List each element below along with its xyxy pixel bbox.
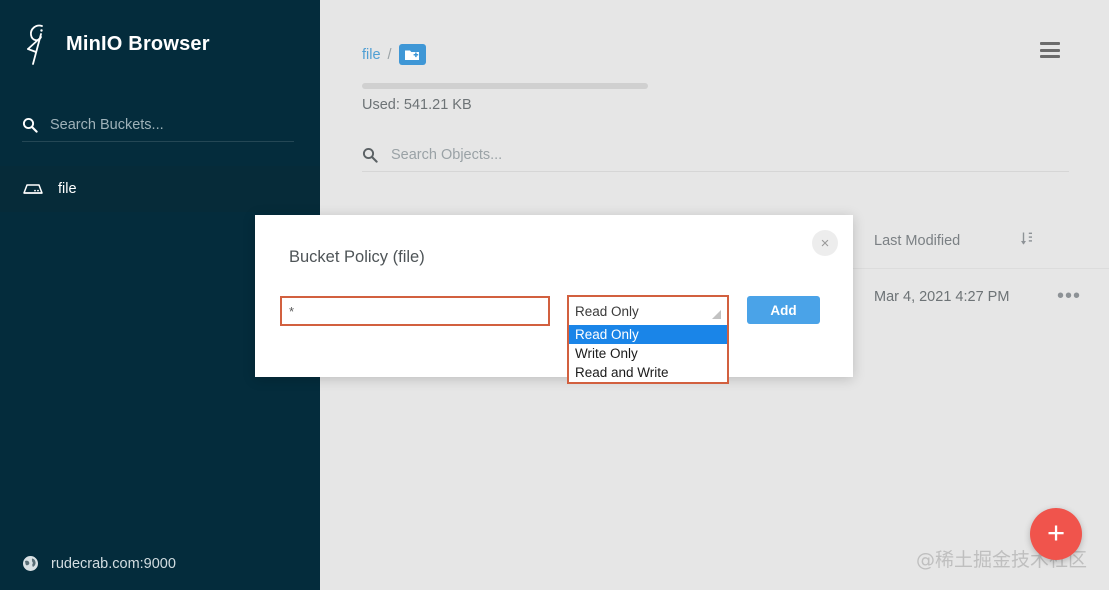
policy-select[interactable]: Read Only Read Only Write Only Read and … xyxy=(567,295,729,384)
host-status: rudecrab.com:9000 xyxy=(22,555,176,572)
brand-title: MinIO Browser xyxy=(66,32,210,55)
policy-option-write-only[interactable]: Write Only xyxy=(569,344,727,363)
search-icon xyxy=(22,117,38,133)
row-menu-icon[interactable]: ••• xyxy=(1057,286,1081,306)
hamburger-bar xyxy=(1040,42,1060,45)
bucket-icon xyxy=(23,184,43,194)
breadcrumb-separator: / xyxy=(387,46,392,63)
bucket-search-input[interactable] xyxy=(50,116,280,133)
bucket-policy-dialog: × Bucket Policy (file) Read Only Read On… xyxy=(255,215,853,384)
hamburger-menu-icon[interactable] xyxy=(1040,42,1060,58)
sort-icon[interactable] xyxy=(1020,231,1034,247)
add-object-fab-button[interactable]: + xyxy=(1030,508,1082,560)
dialog-title: Bucket Policy (file) xyxy=(289,248,425,266)
minio-stork-logo-icon xyxy=(27,24,43,65)
usage-bar xyxy=(362,83,648,89)
bucket-list: file xyxy=(0,166,320,212)
hamburger-bar xyxy=(1040,48,1060,52)
host-label: rudecrab.com:9000 xyxy=(51,555,176,572)
policy-select-value[interactable]: Read Only xyxy=(569,297,727,325)
policy-select-selected-label: Read Only xyxy=(575,303,639,319)
sidebar-item-file[interactable]: file xyxy=(0,166,320,212)
brand: MinIO Browser xyxy=(22,22,210,66)
breadcrumb-bucket-link[interactable]: file xyxy=(362,47,381,63)
sidebar-item-label: file xyxy=(58,181,77,197)
search-icon xyxy=(362,147,378,163)
cell-last-modified: Mar 4, 2021 4:27 PM xyxy=(874,289,1010,305)
policy-option-read-only[interactable]: Read Only xyxy=(569,325,727,344)
object-search[interactable] xyxy=(362,138,1069,172)
column-header-last-modified: Last Modified xyxy=(874,233,961,249)
hamburger-bar xyxy=(1040,55,1060,58)
new-folder-icon xyxy=(405,50,420,60)
plus-icon: + xyxy=(1046,515,1066,550)
policy-prefix-input[interactable] xyxy=(280,296,550,326)
chevron-down-icon xyxy=(712,310,721,319)
app-root: MinIO Browser file xyxy=(0,0,1109,590)
add-policy-button[interactable]: Add xyxy=(747,296,820,324)
bucket-search[interactable] xyxy=(22,108,294,142)
new-folder-button[interactable] xyxy=(398,44,426,65)
policy-option-read-and-write[interactable]: Read and Write xyxy=(569,363,727,382)
breadcrumb: file / xyxy=(362,44,426,65)
object-search-input[interactable] xyxy=(391,146,951,163)
usage-label: Used: 541.21 KB xyxy=(362,97,472,113)
close-icon[interactable]: × xyxy=(812,230,838,256)
policy-select-options: Read Only Write Only Read and Write xyxy=(569,325,727,382)
globe-icon xyxy=(23,556,38,571)
